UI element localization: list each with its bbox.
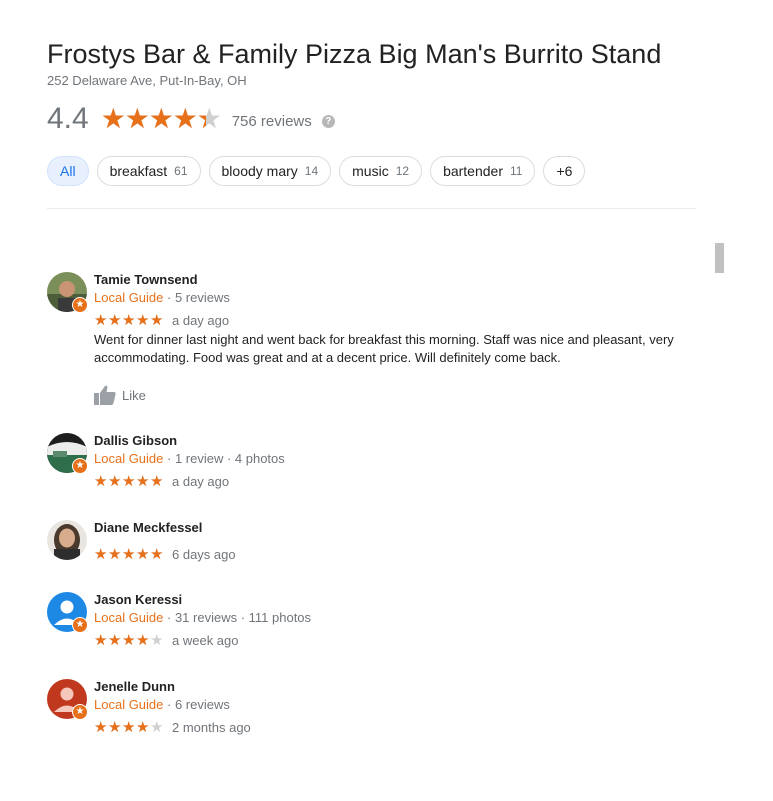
star-icon: ★★ [94, 718, 108, 736]
review-date: a day ago [172, 312, 230, 328]
reviewer-stats: · 31 reviews · 111 photos [163, 610, 312, 625]
reviewer-name[interactable]: Dallis Gibson [94, 433, 684, 448]
star-icon: ★★ [108, 545, 122, 563]
like-button[interactable]: Like [94, 385, 684, 405]
rating-stars: ★★★★★★★★★★ [100, 103, 222, 134]
local-guide-label: Local Guide [94, 610, 164, 625]
avatar[interactable] [47, 520, 87, 560]
star-icon: ★★ [122, 631, 136, 649]
chip-label: breakfast [109, 163, 168, 179]
star-icon: ★★ [150, 718, 164, 736]
star-icon: ★★ [94, 472, 108, 490]
star-icon: ★★ [122, 545, 136, 563]
reviewer-meta: Local Guide · 6 reviews [94, 697, 684, 712]
star-icon: ★★ [94, 631, 108, 649]
star-icon: ★★ [136, 311, 150, 329]
topic-chips: All breakfast 61 bloody mary 14 music 12 ba… [47, 156, 697, 186]
star-icon: ★★ [150, 472, 164, 490]
star-icon: ★★ [94, 545, 108, 563]
chip-bloody-mary[interactable]: bloody mary 14 [208, 156, 332, 186]
review-date: a day ago [172, 473, 230, 489]
star-icon: ★★ [136, 472, 150, 490]
chip-label: music [352, 163, 389, 179]
star-icon: ★★ [148, 103, 174, 134]
rating-summary: 4.4 ★★★★★★★★★★ 756 reviews ? [47, 102, 697, 136]
star-icon: ★★ [136, 718, 150, 736]
chip-label: +6 [556, 163, 573, 179]
star-icon: ★★ [100, 103, 126, 134]
chip-count: 61 [174, 164, 188, 178]
review-rating: ★★★★★★★★★★ 2 months ago [94, 719, 684, 735]
reviewer-stats: · 6 reviews [163, 697, 230, 712]
star-icon: ★★ [122, 472, 136, 490]
local-guide-badge: ★ [72, 458, 88, 474]
star-icon: ★★ [136, 545, 150, 563]
local-guide-label: Local Guide [94, 451, 164, 466]
reviewer-name[interactable]: Jenelle Dunn [94, 679, 684, 694]
review-stars: ★★★★★★★★★★ [94, 474, 164, 489]
chip-label: All [60, 163, 76, 179]
thumbs-up-icon [94, 385, 116, 405]
chip-more[interactable]: +6 [543, 156, 586, 186]
review-count[interactable]: 756 reviews [232, 113, 312, 130]
star-icon: ★★ [150, 631, 164, 649]
local-guide-label: Local Guide [94, 697, 164, 712]
reviewer-stats: · 5 reviews [163, 290, 230, 305]
reviewer-meta: Local Guide · 5 reviews [94, 290, 684, 305]
review-rating: ★ ★ ★ ★ ★ ★ ★ ★ ★ ★ a day ago [94, 312, 684, 328]
review-stars: ★★★★★★★★★★ [94, 313, 164, 328]
chip-count: 14 [304, 164, 319, 178]
chip-bartender[interactable]: bartender 11 [430, 156, 536, 186]
reviewer-stats: · 1 review · 4 photos [163, 451, 285, 466]
review-stars: ★★★★★★★★★★ [94, 720, 164, 735]
divider [47, 208, 696, 209]
review-date: 2 months ago [172, 719, 251, 735]
star-icon: ★★ [172, 103, 198, 134]
star-icon: ★★ [108, 311, 122, 329]
chip-all[interactable]: All [47, 156, 89, 186]
local-guide-badge: ★ [72, 704, 88, 720]
review-rating: ★ ★ ★ ★ ★ ★ ★ ★ ★ ★ a day ago [94, 473, 684, 489]
local-guide-badge: ★ [72, 617, 88, 633]
reviewer-meta: Local Guide · 31 reviews · 111 photos [94, 610, 684, 625]
chip-breakfast[interactable]: breakfast 61 [96, 156, 201, 186]
review-date: a week ago [172, 632, 239, 648]
star-icon: ★★ [108, 472, 122, 490]
star-icon: ★★ [108, 631, 122, 649]
chip-count: 12 [395, 164, 410, 178]
like-label: Like [122, 387, 146, 403]
reviewer-name[interactable]: Tamie Townsend [94, 272, 684, 287]
chip-count: 11 [510, 164, 523, 178]
reviewer-name[interactable]: Jason Keressi [94, 592, 684, 607]
help-icon[interactable]: ? [321, 114, 335, 128]
star-icon: ★★ [150, 311, 164, 329]
review-date: 6 days ago [172, 546, 236, 562]
local-guide-badge: ★ [72, 297, 88, 313]
star-icon: ★★ [94, 311, 108, 329]
place-title: Frostys Bar & Family Pizza Big Man's Bur… [47, 39, 662, 69]
star-icon: ★★ [108, 718, 122, 736]
review-stars: ★★★★★★★★★★ [94, 547, 164, 562]
rating-value: 4.4 [47, 102, 89, 135]
review-rating: ★ ★ ★ ★ ★ ★ ★ ★ ★ ★ 6 days ago [94, 546, 684, 562]
star-icon: ★★ [136, 631, 150, 649]
chip-music[interactable]: music 12 [339, 156, 423, 186]
scrollbar-thumb[interactable] [715, 243, 724, 273]
local-guide-label: Local Guide [94, 290, 164, 305]
review-rating: ★★★★★★★★★★ a week ago [94, 632, 684, 648]
place-header: Frostys Bar & Family Pizza Big Man's Bur… [47, 38, 697, 209]
star-icon: ★★ [150, 545, 164, 563]
star-icon: ★★ [196, 103, 222, 134]
star-icon: ★★ [122, 718, 136, 736]
place-address: 252 Delaware Ave, Put-In-Bay, OH [47, 73, 247, 88]
chip-label: bloody mary [221, 163, 298, 179]
review-text: Went for dinner last night and went back… [94, 332, 674, 365]
star-icon: ★★ [124, 103, 150, 134]
reviewer-name[interactable]: Diane Meckfessel [94, 520, 684, 535]
star-icon: ★★ [122, 311, 136, 329]
chip-label: bartender [443, 163, 503, 179]
reviewer-meta: Local Guide · 1 review · 4 photos [94, 451, 684, 466]
review-stars: ★★★★★★★★★★ [94, 633, 164, 648]
